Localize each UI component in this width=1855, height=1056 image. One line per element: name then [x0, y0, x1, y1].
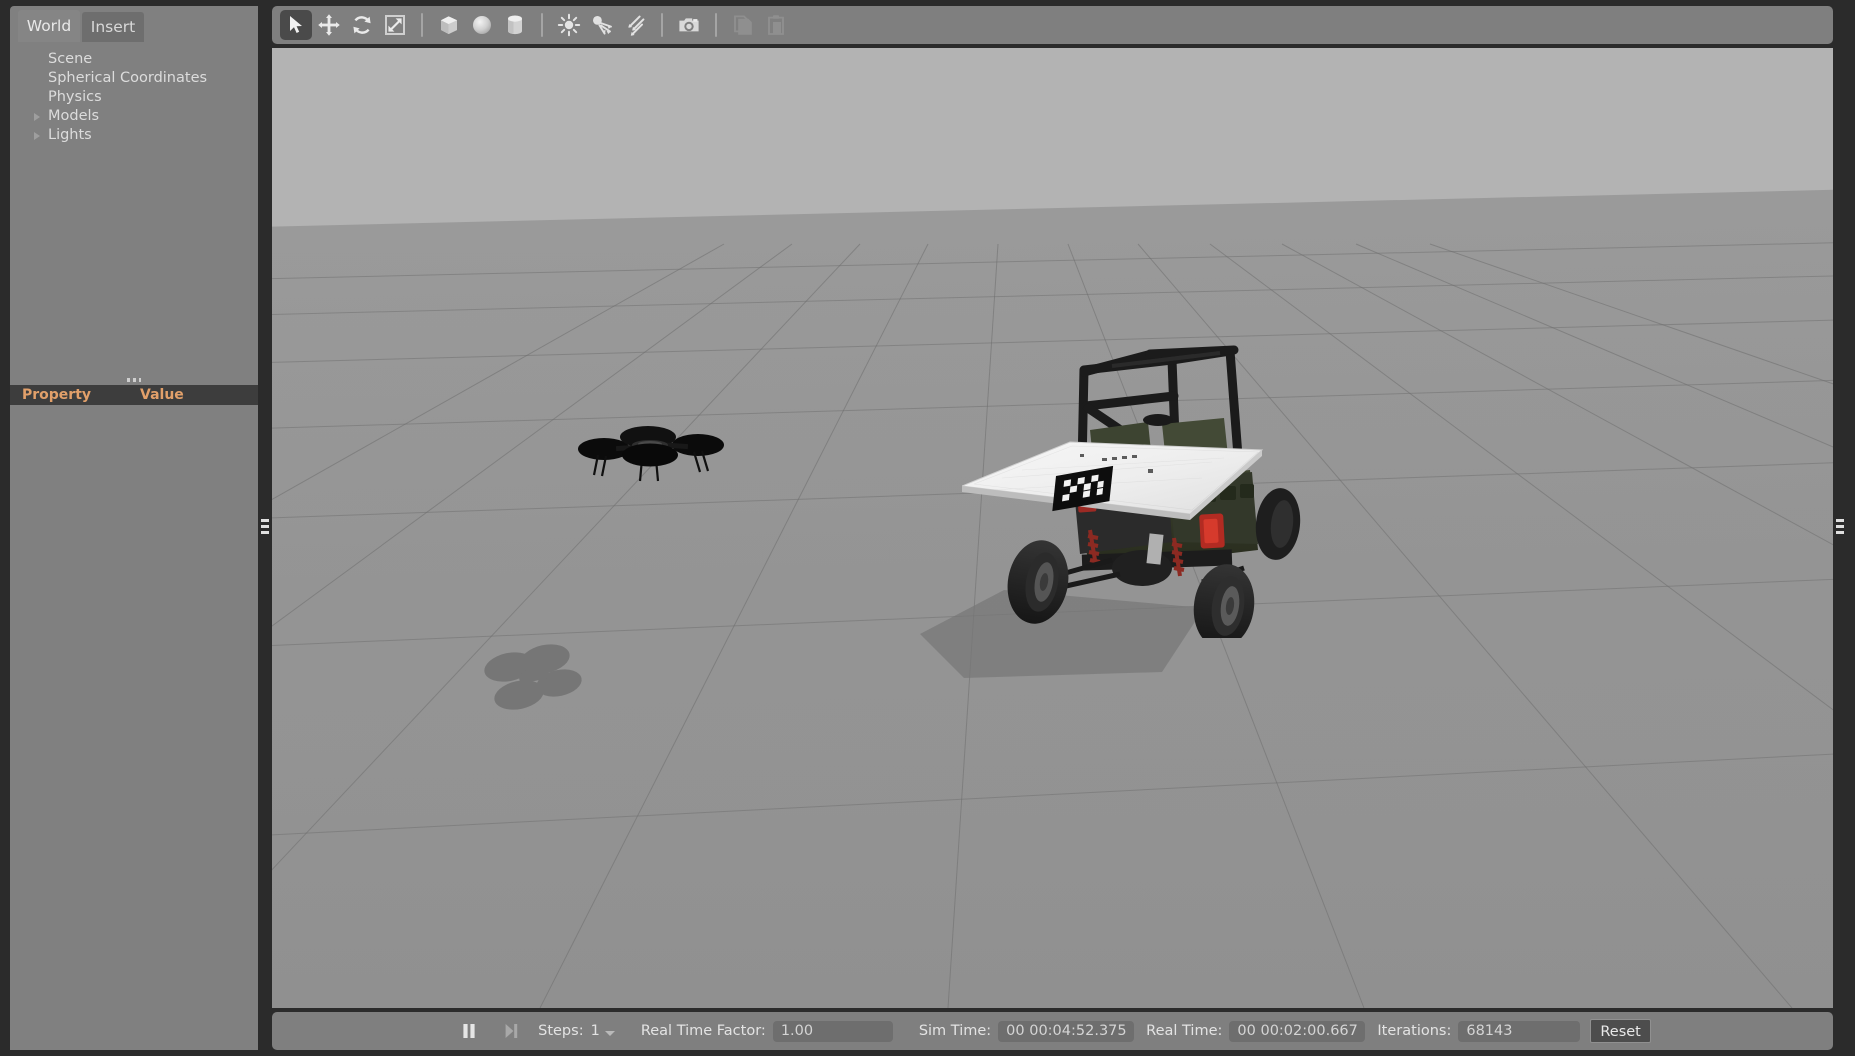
steps-label: Steps: [538, 1023, 584, 1039]
toolbar-separator [715, 13, 717, 37]
property-table-header: Property Value [10, 385, 258, 405]
reset-button[interactable]: Reset [1590, 1019, 1651, 1043]
tree-item-physics[interactable]: Physics [10, 88, 258, 107]
scale-mode-button[interactable] [379, 10, 411, 40]
left-panel-splitter[interactable] [258, 0, 272, 1056]
steps-value: 1 [590, 1023, 600, 1039]
property-column-header: Property [22, 387, 92, 403]
translate-mode-button[interactable] [313, 10, 345, 40]
value-column-header: Value [140, 387, 184, 403]
insert-spot-light-button[interactable] [586, 10, 618, 40]
real-time-factor-label: Real Time Factor: [640, 1023, 766, 1039]
copy-button[interactable] [727, 10, 759, 40]
step-forward-icon [505, 1024, 518, 1038]
insert-sphere-button[interactable] [466, 10, 498, 40]
select-mode-button[interactable] [280, 10, 312, 40]
real-time-label: Real Time: [1146, 1023, 1223, 1039]
tab-insert[interactable]: Insert [82, 12, 144, 42]
real-time-value: 00 00:02:00.667 [1229, 1020, 1366, 1042]
real-time-factor-value: 1.00 [772, 1020, 893, 1042]
panel-tabbar: World Insert [10, 6, 258, 42]
insert-point-light-button[interactable] [553, 10, 585, 40]
pause-button[interactable] [454, 1018, 484, 1044]
tree-item-scene[interactable]: Scene [10, 50, 258, 69]
sim-time-value: 00 00:04:52.375 [998, 1020, 1135, 1042]
toolbar-separator [421, 13, 423, 37]
toolbar-separator [541, 13, 543, 37]
splitter-grip-icon [127, 378, 141, 382]
chevron-down-icon[interactable] [604, 1030, 615, 1036]
property-table-body [10, 405, 258, 1050]
world-tree: Scene Spherical Coordinates Physics Mode… [10, 42, 258, 375]
tab-world[interactable]: World [18, 10, 80, 42]
tree-item-lights[interactable]: Lights [10, 126, 258, 145]
tree-item-spherical-coordinates[interactable]: Spherical Coordinates [10, 69, 258, 88]
toolbar-separator [661, 13, 663, 37]
step-forward-button[interactable] [496, 1018, 526, 1044]
gazebo-window: World Insert Scene Spherical Coordinates… [0, 0, 1855, 1056]
utility-vehicle[interactable] [962, 338, 1302, 638]
screenshot-button[interactable] [673, 10, 705, 40]
main-toolbar [272, 6, 1833, 44]
chevron-right-icon[interactable] [34, 132, 40, 140]
splitter-grip-icon [261, 519, 269, 537]
3d-viewport[interactable] [272, 48, 1833, 1008]
steps-control[interactable]: Steps: 1 [538, 1023, 615, 1039]
left-panel: World Insert Scene Spherical Coordinates… [10, 6, 258, 1050]
insert-box-button[interactable] [433, 10, 465, 40]
tree-item-models[interactable]: Models [10, 107, 258, 126]
tree-item-label: Lights [48, 127, 92, 143]
tree-item-label: Physics [48, 89, 102, 105]
tree-item-label: Models [48, 108, 100, 124]
insert-cylinder-button[interactable] [499, 10, 531, 40]
chevron-right-icon[interactable] [34, 113, 40, 121]
drone-shadow [484, 644, 582, 710]
panel-horizontal-splitter[interactable] [10, 375, 258, 385]
rotate-mode-button[interactable] [346, 10, 378, 40]
iterations-label: Iterations: [1377, 1023, 1452, 1039]
main-area: Steps: 1 Real Time Factor: 1.00 Sim Time… [272, 6, 1833, 1050]
sim-time-label: Sim Time: [918, 1023, 992, 1039]
pause-icon [463, 1024, 475, 1038]
iterations-value: 68143 [1458, 1020, 1581, 1042]
quadcopter-drone[interactable] [572, 423, 732, 483]
right-panel-splitter[interactable] [1833, 0, 1847, 1056]
tree-item-label: Scene [48, 51, 93, 67]
insert-directional-light-button[interactable] [619, 10, 651, 40]
splitter-grip-icon [1836, 519, 1844, 537]
paste-button[interactable] [760, 10, 792, 40]
status-bar: Steps: 1 Real Time Factor: 1.00 Sim Time… [272, 1012, 1833, 1050]
tree-item-label: Spherical Coordinates [48, 70, 208, 86]
